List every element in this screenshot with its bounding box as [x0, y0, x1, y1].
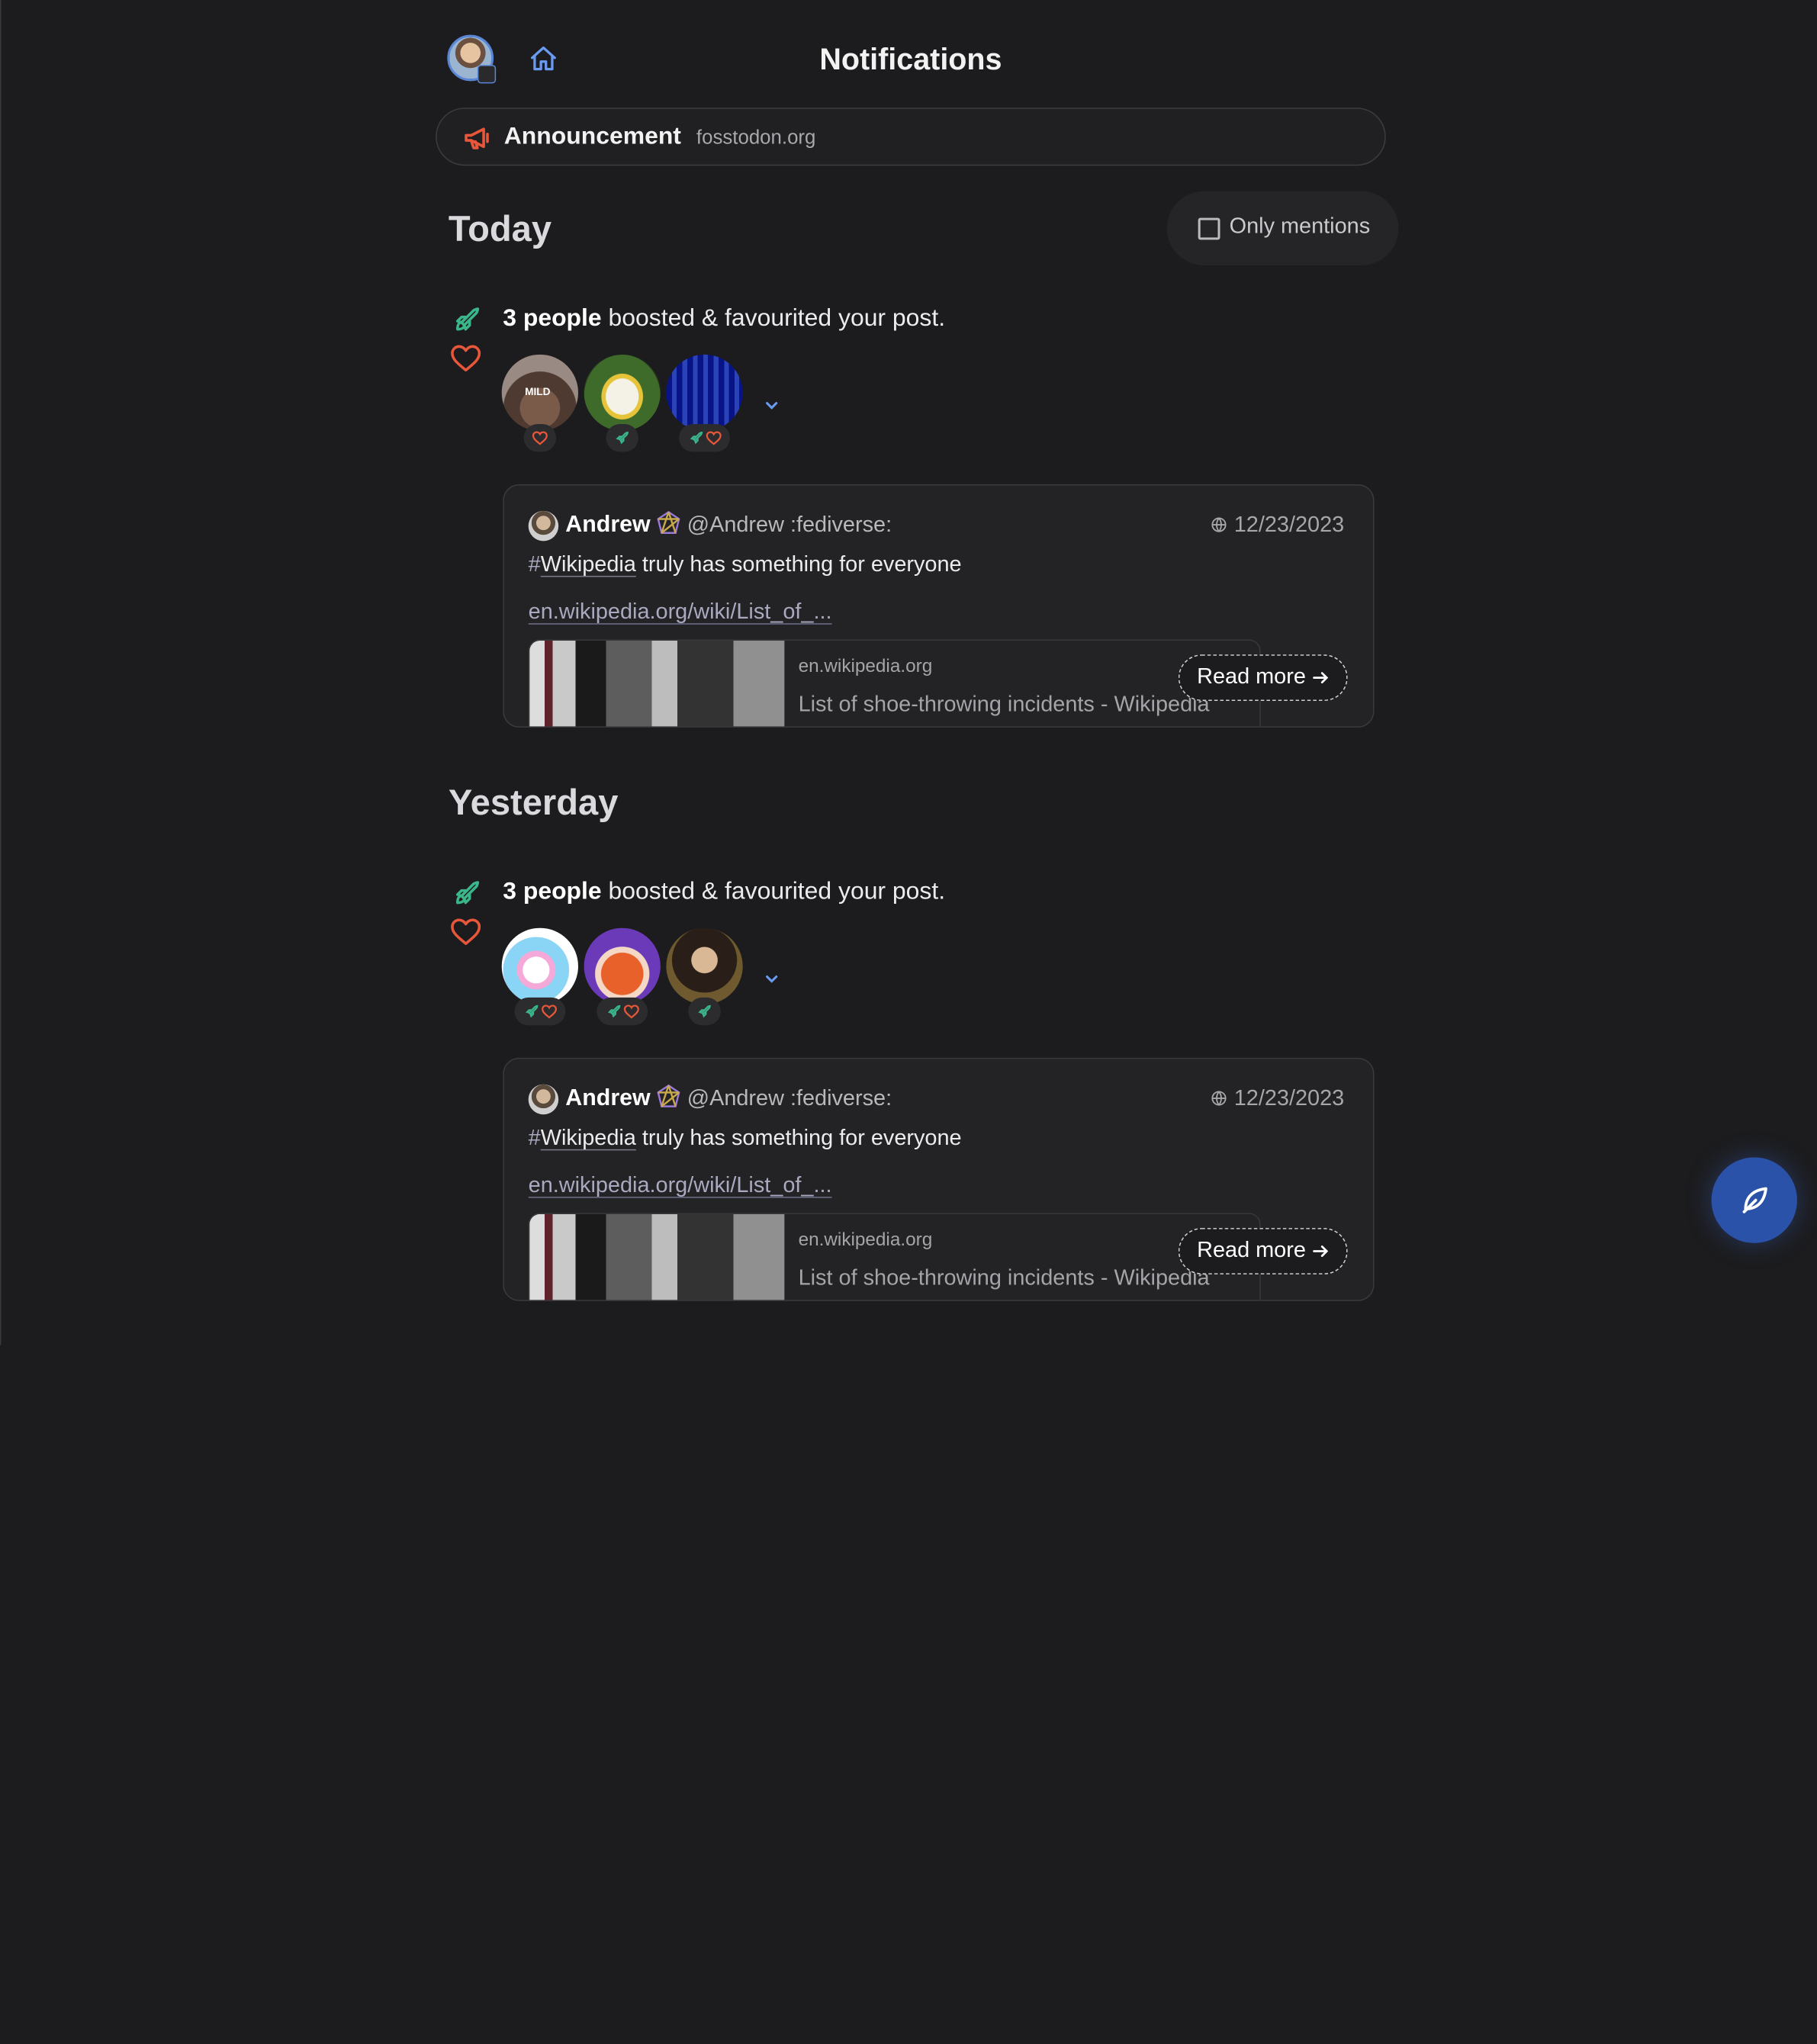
link-preview-card[interactable]: en.wikipedia.org List of shoe-throwing i…	[528, 1213, 1261, 1300]
app-frame: Notifications Announcement fosstodon.org…	[0, 0, 1817, 1345]
globe-icon	[1211, 517, 1227, 532]
globe-icon	[1211, 1091, 1227, 1106]
heart-icon	[541, 1004, 557, 1019]
only-mentions-label: Only mentions	[1229, 214, 1371, 239]
notification-item: 3 people boosted & favourited your post.…	[447, 877, 1375, 1306]
heart-icon	[623, 1004, 639, 1019]
chevron-down-icon[interactable]	[763, 396, 781, 414]
avatar-badge	[679, 423, 730, 452]
avatar-badge	[688, 997, 721, 1026]
megaphone-icon	[465, 127, 489, 149]
hashtag-name: Wikipedia	[540, 1126, 636, 1151]
avatar-stack	[501, 927, 850, 1033]
avatar-text: MILD	[525, 385, 551, 398]
hashtag-symbol: #	[528, 552, 541, 577]
page-title: Notifications	[819, 41, 1002, 77]
read-more-button[interactable]: Read more	[1178, 654, 1348, 701]
avatar[interactable]	[584, 354, 661, 432]
notification-item: 3 people boosted & favourited your post.…	[447, 304, 1375, 732]
post-body: truly has something for everyone	[635, 552, 962, 577]
link-preview-site: en.wikipedia.org	[798, 657, 933, 677]
post-date[interactable]: 12/23/2023	[1234, 513, 1344, 538]
post-card[interactable]: Andrew @Andrew :fediverse: 12/23/2023 #W…	[503, 1057, 1375, 1301]
post-hashtag[interactable]: #Wikipedia	[529, 553, 636, 577]
post-link[interactable]: en.wikipedia.org/wiki/List_of_...	[529, 600, 832, 625]
fediverse-emoji-icon	[657, 1084, 680, 1107]
avatar-badge	[514, 997, 566, 1026]
rocket-icon	[455, 881, 480, 905]
rocket-icon	[607, 1004, 620, 1018]
post-author-avatar[interactable]	[528, 1084, 559, 1115]
section-title-yesterday: Yesterday	[448, 782, 619, 823]
feather-icon	[1742, 1187, 1767, 1213]
link-preview-image	[529, 1213, 785, 1300]
avatar[interactable]	[666, 927, 743, 1004]
heart-icon	[532, 431, 548, 445]
only-mentions-toggle[interactable]: Only mentions	[1166, 191, 1399, 265]
read-more-label: Read more	[1197, 1238, 1306, 1263]
rocket-icon	[698, 1004, 711, 1018]
link-preview-image	[529, 641, 785, 727]
post-author-name[interactable]: Andrew	[565, 1085, 650, 1112]
announcement-label: Announcement	[503, 123, 681, 149]
notification-count[interactable]: 3 people	[503, 304, 601, 331]
read-more-label: Read more	[1197, 664, 1306, 689]
page: Notifications Announcement fosstodon.org…	[0, 0, 1817, 2044]
heart-icon	[705, 431, 721, 445]
notification-summary: 3 people boosted & favourited your post.	[503, 304, 945, 332]
only-mentions-checkbox[interactable]	[1198, 217, 1220, 240]
link-preview-title: List of shoe-throwing incidents - Wikipe…	[798, 693, 1210, 718]
fediverse-emoji-icon	[657, 510, 680, 534]
link-preview-site: en.wikipedia.org	[798, 1230, 933, 1251]
notification-action: boosted & favourited your post.	[601, 878, 946, 905]
section-title-today: Today	[448, 208, 552, 249]
compose-button[interactable]	[1711, 1157, 1797, 1243]
rocket-icon	[616, 431, 629, 445]
notification-action: boosted & favourited your post.	[601, 304, 946, 332]
avatar[interactable]	[666, 354, 743, 432]
header: Notifications	[447, 33, 1385, 88]
chevron-down-icon[interactable]	[763, 969, 781, 988]
post-link[interactable]: en.wikipedia.org/wiki/List_of_...	[529, 1174, 832, 1199]
post-author-handle[interactable]: @Andrew :fediverse:	[687, 513, 892, 538]
arrow-right-icon	[1313, 672, 1329, 684]
hashtag-name: Wikipedia	[540, 552, 636, 577]
rocket-icon	[689, 431, 703, 445]
hashtag-symbol: #	[528, 1126, 541, 1151]
post-text: #Wikipedia truly has something for every…	[529, 1126, 962, 1151]
link-preview-title: List of shoe-throwing incidents - Wikipe…	[798, 1266, 1210, 1291]
avatar-badge	[606, 423, 638, 452]
avatar[interactable]: MILD	[501, 354, 578, 432]
heart-icon	[451, 345, 481, 372]
heart-icon	[451, 918, 481, 945]
avatar-stack: MILD	[501, 354, 850, 459]
avatar-badge	[523, 423, 557, 452]
avatar-badge	[597, 997, 648, 1026]
avatar[interactable]	[584, 927, 661, 1004]
rocket-icon	[525, 1004, 538, 1018]
post-date[interactable]: 12/23/2023	[1234, 1087, 1344, 1112]
announcement-bar[interactable]: Announcement fosstodon.org	[436, 108, 1386, 166]
rocket-icon	[455, 307, 480, 331]
announcement-domain: fosstodon.org	[696, 126, 816, 149]
notification-count[interactable]: 3 people	[503, 878, 601, 905]
post-card[interactable]: Andrew @Andrew :fediverse: 12/23/2023 #W…	[503, 484, 1375, 728]
post-text: #Wikipedia truly has something for every…	[529, 553, 962, 578]
read-more-button[interactable]: Read more	[1178, 1228, 1348, 1274]
post-author-name[interactable]: Andrew	[565, 512, 650, 538]
post-author-handle[interactable]: @Andrew :fediverse:	[687, 1087, 892, 1112]
post-hashtag[interactable]: #Wikipedia	[529, 1126, 636, 1150]
avatar[interactable]	[501, 927, 578, 1004]
notification-summary: 3 people boosted & favourited your post.	[503, 878, 945, 905]
post-author-avatar[interactable]	[528, 510, 559, 542]
post-body: truly has something for everyone	[635, 1126, 962, 1151]
link-preview-card[interactable]: en.wikipedia.org List of shoe-throwing i…	[528, 639, 1261, 727]
arrow-right-icon	[1313, 1245, 1329, 1257]
